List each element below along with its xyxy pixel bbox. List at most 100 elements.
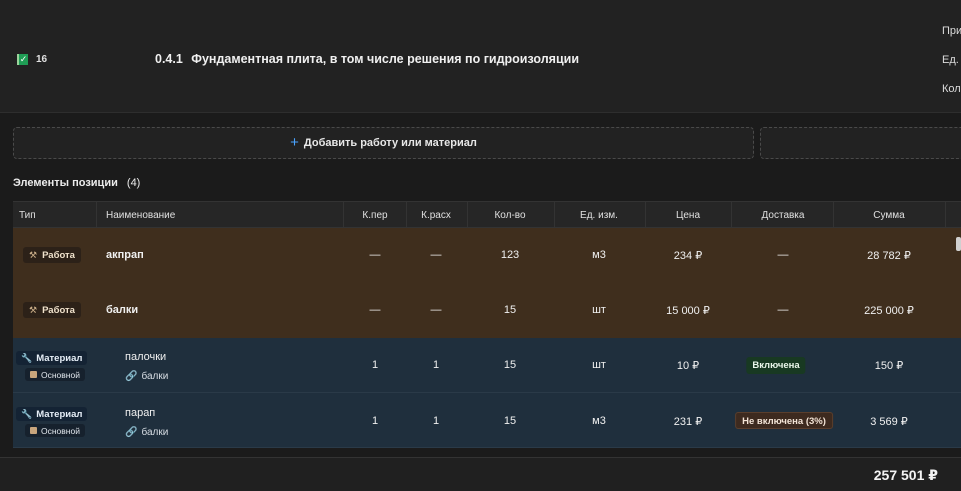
side-label: Ед. bbox=[942, 54, 959, 66]
position-elements-table: Тип Наименование К.пер К.расх Кол-во Ед.… bbox=[13, 201, 961, 448]
link-icon: 🔗 bbox=[125, 427, 138, 438]
side-label: Кол bbox=[942, 83, 961, 95]
row-unit: м3 bbox=[592, 415, 606, 427]
row-kper[interactable]: 1 bbox=[372, 415, 378, 427]
box-icon bbox=[30, 371, 37, 378]
add-work-or-material-button[interactable]: + Добавить работу или материал bbox=[13, 127, 754, 159]
type-label: Работа bbox=[42, 249, 75, 261]
type-badge-work: ⚒ Работа bbox=[23, 247, 81, 263]
row-qty[interactable]: 15 bbox=[504, 415, 516, 427]
row-name[interactable]: парап bbox=[125, 407, 155, 419]
type-badge-material: 🔧 Материал bbox=[16, 351, 88, 365]
row-krash[interactable]: 1 bbox=[433, 415, 439, 427]
table-row-material[interactable]: 🔧 Материал Основной палочки 🔗 балки 1 1 … bbox=[13, 338, 961, 393]
section-title-text: Элементы позиции bbox=[13, 177, 118, 189]
box-icon bbox=[30, 427, 37, 434]
table-row-material[interactable]: 🔧 Материал Основной парап 🔗 балки 1 1 15… bbox=[13, 393, 961, 448]
column-divider bbox=[731, 202, 732, 229]
scrollbar-thumb[interactable] bbox=[956, 237, 961, 251]
work-icon: ⚒ bbox=[29, 304, 38, 315]
column-divider bbox=[406, 202, 407, 229]
row-delivery: — bbox=[777, 304, 789, 316]
column-header-krash[interactable]: К.расх bbox=[421, 202, 451, 229]
row-price[interactable]: 231 ₽ bbox=[674, 415, 702, 428]
row-sum: 28 782 ₽ bbox=[867, 250, 911, 262]
row-price[interactable]: 10 ₽ bbox=[677, 359, 699, 372]
row-unit: м3 bbox=[592, 249, 606, 261]
subtype-label: Основной bbox=[41, 425, 80, 436]
wrench-icon: 🔧 bbox=[21, 352, 33, 363]
work-icon: ⚒ bbox=[29, 249, 38, 260]
row-qty[interactable]: 15 bbox=[504, 304, 516, 316]
column-header-sum[interactable]: Сумма bbox=[873, 202, 904, 229]
position-title: 0.4.1 Фундаментная плита, в том числе ре… bbox=[155, 52, 579, 66]
grand-total: 257 501 ₽ bbox=[873, 467, 938, 483]
table-header: Тип Наименование К.пер К.расх Кол-во Ед.… bbox=[13, 201, 961, 229]
linked-work[interactable]: 🔗 балки bbox=[125, 371, 168, 382]
table-footer: 257 501 ₽ bbox=[0, 457, 961, 491]
section-title: Элементы позиции (4) bbox=[13, 177, 140, 189]
row-unit: шт bbox=[592, 304, 606, 316]
checkbox-icon[interactable]: ✓ bbox=[17, 53, 28, 65]
column-divider bbox=[645, 202, 646, 229]
table-row-work[interactable]: ⚒ Работа акпрап — — 123 м3 234 ₽ — 28 78… bbox=[13, 228, 961, 283]
column-header-delivery[interactable]: Доставка bbox=[762, 202, 805, 229]
column-header-price[interactable]: Цена bbox=[676, 202, 700, 229]
row-sum: 150 ₽ bbox=[874, 360, 904, 372]
subtype-badge: Основной bbox=[25, 368, 85, 381]
wrench-icon: 🔧 bbox=[21, 408, 33, 419]
position-code: 0.4.1 bbox=[155, 52, 183, 66]
subtype-badge: Основной bbox=[25, 424, 85, 437]
column-divider bbox=[554, 202, 555, 229]
column-header-qty[interactable]: Кол-во bbox=[494, 202, 525, 229]
column-header-unit[interactable]: Ед. изм. bbox=[580, 202, 618, 229]
column-divider bbox=[945, 202, 946, 229]
row-delivery: — bbox=[777, 249, 789, 261]
type-badge-material: 🔧 Материал bbox=[16, 407, 88, 421]
position-number: 16 bbox=[36, 53, 48, 65]
subtype-label: Основной bbox=[41, 369, 80, 380]
row-krash: — bbox=[430, 304, 442, 316]
row-kper: — bbox=[369, 304, 381, 316]
type-badge-work: ⚒ Работа bbox=[23, 302, 81, 318]
delivery-status-badge[interactable]: Включена bbox=[746, 357, 806, 374]
side-label: При bbox=[942, 25, 961, 37]
column-divider bbox=[343, 202, 344, 229]
row-krash[interactable]: 1 bbox=[433, 359, 439, 371]
row-price[interactable]: 234 ₽ bbox=[674, 249, 702, 262]
section-count: (4) bbox=[126, 177, 141, 189]
row-kper: — bbox=[369, 249, 381, 261]
row-qty[interactable]: 15 bbox=[504, 359, 516, 371]
column-divider bbox=[96, 202, 97, 229]
column-divider bbox=[833, 202, 834, 229]
position-name: Фундаментная плита, в том числе решения … bbox=[191, 52, 579, 66]
row-qty[interactable]: 123 bbox=[501, 249, 519, 261]
add-button-label: Добавить работу или материал bbox=[303, 137, 477, 149]
row-name[interactable]: акпрап bbox=[106, 249, 144, 261]
table-row-work[interactable]: ⚒ Работа балки — — 15 шт 15 000 ₽ — 225 … bbox=[13, 283, 961, 338]
position-counter[interactable]: ✓ 16 bbox=[17, 52, 50, 66]
position-header: ✓ 16 0.4.1 Фундаментная плита, в том чис… bbox=[0, 0, 961, 113]
linked-work-label: балки bbox=[141, 427, 169, 438]
linked-work[interactable]: 🔗 балки bbox=[125, 427, 168, 438]
plus-icon: + bbox=[290, 133, 299, 151]
row-krash: — bbox=[430, 249, 442, 261]
row-name[interactable]: балки bbox=[106, 304, 138, 316]
row-sum: 3 569 ₽ bbox=[870, 416, 908, 428]
secondary-add-button[interactable] bbox=[760, 127, 961, 159]
delivery-status-badge[interactable]: Не включена (3%) bbox=[735, 412, 833, 429]
row-name[interactable]: палочки bbox=[125, 351, 166, 363]
type-label: Материал bbox=[36, 352, 83, 364]
column-header-name[interactable]: Наименование bbox=[106, 202, 175, 229]
row-kper[interactable]: 1 bbox=[372, 359, 378, 371]
row-price[interactable]: 15 000 ₽ bbox=[666, 304, 710, 317]
column-divider bbox=[467, 202, 468, 229]
column-header-kper[interactable]: К.пер bbox=[362, 202, 387, 229]
type-label: Материал bbox=[36, 408, 83, 420]
row-sum: 225 000 ₽ bbox=[864, 305, 914, 317]
side-panel-labels: При Ед. Кол bbox=[942, 25, 961, 112]
column-header-type[interactable]: Тип bbox=[19, 202, 36, 229]
row-unit: шт bbox=[592, 359, 606, 371]
link-icon: 🔗 bbox=[125, 371, 138, 382]
type-label: Работа bbox=[42, 304, 75, 316]
